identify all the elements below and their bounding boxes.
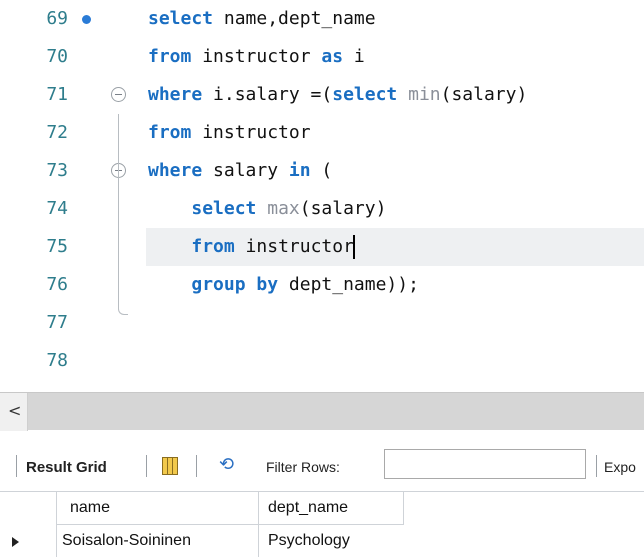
line-number: 77 (46, 312, 68, 333)
code-text: from instructor as i (148, 46, 365, 67)
code-line[interactable]: 74 select max(salary) (0, 190, 644, 228)
filter-rows-input[interactable] (384, 449, 586, 479)
line-number: 69 (46, 8, 68, 29)
code-text: from instructor (191, 235, 355, 259)
line-number: 72 (46, 122, 68, 143)
line-number: 78 (46, 350, 68, 371)
statement-marker-icon (82, 15, 91, 24)
filter-rows-label: Filter Rows: (266, 459, 340, 475)
chevron-left-icon: < (8, 401, 22, 420)
toolbar-separator (196, 455, 197, 477)
text-caret (352, 235, 355, 259)
code-text: from instructor (148, 122, 311, 143)
grid-layout-icon[interactable] (162, 457, 178, 475)
toolbar-separator (16, 455, 17, 477)
editor-horizontal-scrollbar[interactable]: < (0, 392, 644, 431)
line-number: 70 (46, 46, 68, 67)
code-text: group by dept_name)); (191, 274, 419, 295)
code-line[interactable]: 78 (0, 342, 644, 380)
scroll-left-button[interactable]: < (0, 393, 28, 431)
line-number: 76 (46, 274, 68, 295)
fold-end-marker (118, 307, 128, 315)
code-line[interactable]: 77 (0, 304, 644, 342)
code-text: select max(salary) (191, 198, 387, 219)
grid-column-divider (56, 491, 57, 557)
code-line[interactable]: 70 from instructor as i (0, 38, 644, 76)
current-row-arrow-icon (12, 537, 19, 547)
toolbar-separator (146, 455, 147, 477)
table-cell-dept-name[interactable]: Psychology (268, 524, 350, 557)
code-line[interactable]: 72 from instructor (0, 114, 644, 152)
code-line[interactable]: 69 select name,dept_name (0, 0, 644, 38)
collapse-icon[interactable] (111, 87, 126, 102)
column-header-name[interactable]: name (70, 491, 110, 524)
code-line[interactable]: 76 group by dept_name)); (0, 266, 644, 304)
result-grid-tab[interactable]: Result Grid (26, 459, 107, 476)
sql-editor[interactable]: 69 select name,dept_name 70 from instructor… (0, 0, 644, 392)
column-header-dept-name[interactable]: dept_name (268, 491, 348, 524)
code-text: where salary in ( (148, 160, 333, 181)
refresh-arrows-icon[interactable]: ⟲ (219, 454, 234, 476)
grid-column-divider (403, 491, 404, 524)
line-number: 74 (46, 198, 68, 219)
line-number: 73 (46, 160, 68, 181)
code-line[interactable]: 73 where salary in ( (0, 152, 644, 190)
code-line[interactable]: 75 from instructor (0, 228, 644, 266)
grid-column-divider (258, 491, 259, 557)
fold-guide-line (118, 114, 119, 308)
toolbar-separator (596, 455, 597, 477)
code-line[interactable]: 71 where i.salary =(select min(salary) (0, 76, 644, 114)
line-number: 75 (46, 236, 68, 257)
code-text: where i.salary =(select min(salary) (148, 84, 528, 105)
export-button[interactable]: Expo (604, 459, 636, 475)
line-number: 71 (46, 84, 68, 105)
table-cell-name[interactable]: Soisalon-Soininen (62, 524, 191, 557)
code-text: select name,dept_name (148, 8, 376, 29)
